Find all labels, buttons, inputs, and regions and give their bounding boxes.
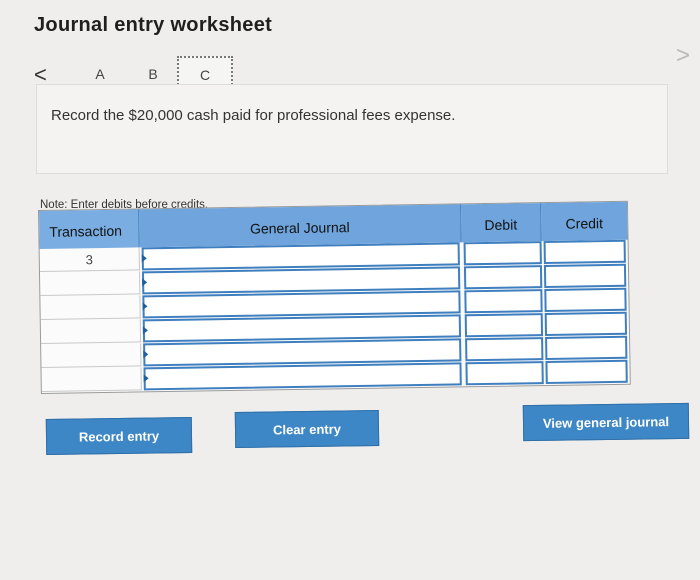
header-transaction-label: Transaction xyxy=(49,222,123,240)
debit-input[interactable] xyxy=(463,265,543,290)
caret-icon xyxy=(143,374,149,383)
prompt-box: Record the $20,000 cash paid for profess… xyxy=(36,84,668,174)
header-debit-label: Debit xyxy=(484,216,518,233)
credit-input[interactable] xyxy=(545,359,628,385)
clear-entry-button[interactable]: Clear entry xyxy=(234,409,380,449)
general-journal-input[interactable] xyxy=(143,362,462,391)
prompt-text: Record the $20,000 cash paid for profess… xyxy=(51,107,456,124)
caret-icon xyxy=(141,254,147,263)
journal-entry-worksheet-page: Journal entry worksheet < > A B C Record… xyxy=(0,0,700,580)
credit-input[interactable] xyxy=(544,287,627,313)
debit-input[interactable] xyxy=(464,289,543,314)
caret-icon xyxy=(142,278,148,287)
debit-input[interactable] xyxy=(463,241,542,266)
tab-b[interactable]: B xyxy=(143,66,163,82)
transaction-cell xyxy=(41,343,142,368)
record-entry-button[interactable]: Record entry xyxy=(45,416,193,456)
view-general-journal-button[interactable]: View general journal xyxy=(522,402,690,442)
header-general-journal-label: General Journal xyxy=(249,219,350,237)
transaction-cell: 3 xyxy=(39,247,140,272)
transaction-cell xyxy=(39,271,141,296)
page-title: Journal entry worksheet xyxy=(34,14,273,36)
header-transaction: Transaction xyxy=(39,209,140,249)
credit-input[interactable] xyxy=(544,311,628,337)
transaction-cell xyxy=(40,319,142,344)
header-general-journal: General Journal xyxy=(139,204,462,248)
header-debit: Debit xyxy=(460,203,542,243)
credit-input[interactable] xyxy=(543,239,626,265)
debit-input[interactable] xyxy=(465,337,544,362)
tab-a[interactable]: A xyxy=(90,66,110,82)
journal-table: Transaction General Journal Debit Credit… xyxy=(38,200,631,394)
caret-icon xyxy=(142,326,148,335)
debit-input[interactable] xyxy=(465,361,544,386)
credit-input[interactable] xyxy=(543,263,627,289)
chevron-right-icon[interactable]: > xyxy=(676,42,690,70)
header-credit: Credit xyxy=(540,201,628,242)
caret-icon xyxy=(143,350,149,359)
caret-icon xyxy=(142,302,148,311)
transaction-cell xyxy=(41,367,142,392)
transaction-cell xyxy=(40,295,141,320)
debit-input[interactable] xyxy=(464,313,544,338)
credit-input[interactable] xyxy=(545,335,628,361)
header-credit-label: Credit xyxy=(565,215,604,232)
